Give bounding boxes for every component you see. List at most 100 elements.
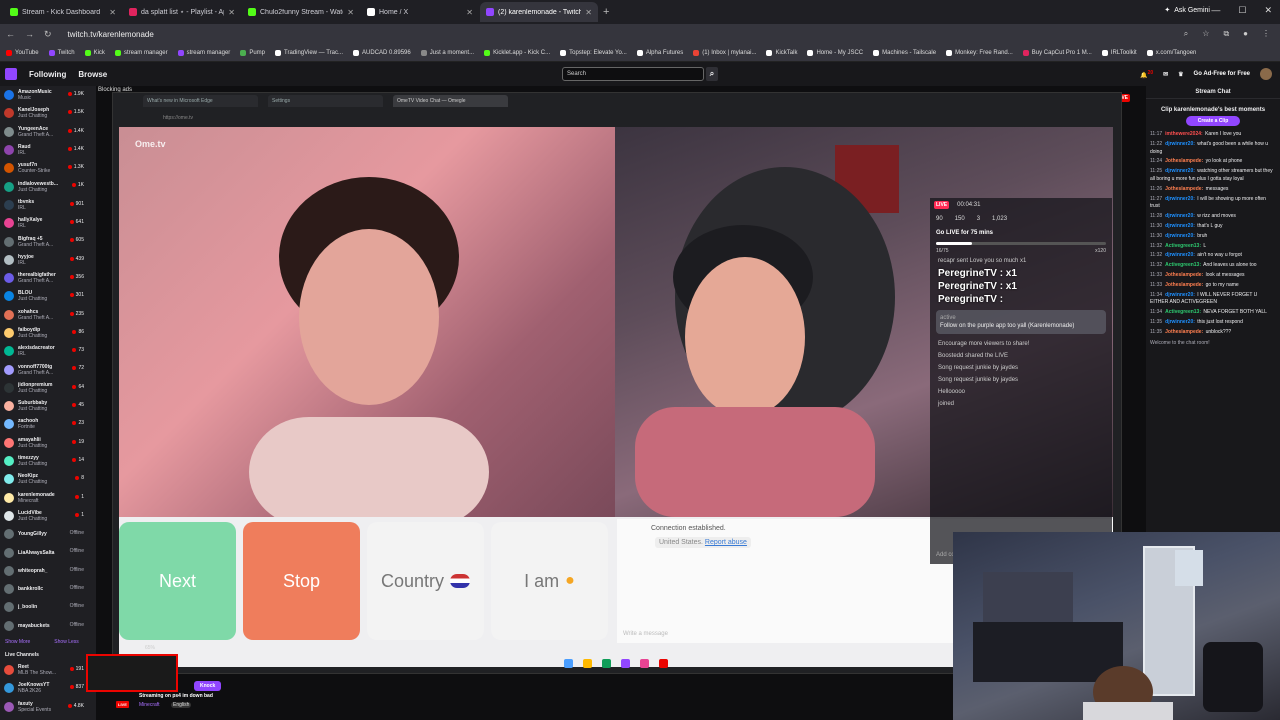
sidebar-channel[interactable]: NeoKipz Just Chatting 8 [0, 470, 96, 488]
sidebar-channel[interactable]: hallyXalye IRL 641 [0, 214, 96, 232]
sidebar-channel[interactable]: faiboydip Just Chatting 86 [0, 324, 96, 342]
sidebar-channel[interactable]: LiaAlwaysSalta Offline [0, 543, 96, 561]
chat-username[interactable]: Jotheslampede: [1165, 272, 1203, 278]
browse-link[interactable]: Browse [78, 70, 107, 79]
sidebar-channel[interactable]: whiteoprah_ Offline [0, 562, 96, 580]
chat-username[interactable]: djrwinner20: [1165, 196, 1195, 202]
bookmark-link[interactable]: Just a moment... [420, 49, 474, 56]
sidebar-channel[interactable]: tbvnks IRL 901 [0, 196, 96, 214]
chat-username[interactable]: Activegreen13: [1165, 262, 1201, 268]
sidebar-channel[interactable]: hyyjoe IRL 439 [0, 251, 96, 269]
sidebar-channel[interactable]: therealbigfather Grand Theft A... 356 [0, 269, 96, 287]
sidebar-channel[interactable]: Raud IRL 1.4K [0, 141, 96, 159]
sidebar-channel[interactable]: xohahcs Grand Theft A... 235 [0, 306, 96, 324]
forward-icon[interactable]: → [25, 29, 34, 39]
bookmark-link[interactable]: YouTube [6, 49, 39, 56]
language-tag[interactable]: English [171, 702, 192, 708]
sidebar-channel[interactable]: YungeenAce Grand Theft A... 1.4K [0, 123, 96, 141]
avatar[interactable] [1260, 68, 1272, 80]
chat-username[interactable]: Activegreen13: [1165, 309, 1201, 315]
profile-icon[interactable]: ● [1243, 29, 1248, 39]
tab-close-icon[interactable]: ✕ [347, 8, 354, 17]
sidebar-channel[interactable]: karenlemonade Minecraft 1 [0, 489, 96, 507]
sidebar-channel[interactable]: bankkrollc Offline [0, 580, 96, 598]
bookmark-link[interactable]: Twitch [48, 49, 75, 56]
chat-username[interactable]: Jotheslampede: [1165, 282, 1203, 288]
chat-username[interactable]: Jotheslampede: [1165, 329, 1203, 335]
show-more-link[interactable]: Show More [5, 639, 30, 645]
minimize-icon[interactable]: — [1211, 5, 1220, 16]
reload-icon[interactable]: ↻ [44, 29, 52, 40]
chat-username[interactable]: djrwinner20: [1165, 319, 1195, 325]
bookmark-link[interactable]: IRLToolkit [1101, 49, 1137, 56]
bookmark-link[interactable]: Kick [84, 49, 105, 56]
sidebar-channel[interactable]: yusuf7n Counter-Strike 1.3K [0, 159, 96, 177]
url-field[interactable]: twitch.tv/karenlemonade [68, 30, 154, 39]
menu-icon[interactable]: ⋮ [1262, 29, 1270, 39]
chat-username[interactable]: djrwinner20: [1165, 233, 1195, 239]
ask-gemini-button[interactable]: ✦ Ask Gemini [1164, 6, 1210, 15]
bookmark-link[interactable]: stream manager [114, 49, 168, 56]
sidebar-channel[interactable]: vonnoff7700tg Grand Theft A... 72 [0, 360, 96, 378]
bookmark-link[interactable]: Machines - Tailscale [873, 49, 936, 56]
chat-username[interactable]: djrwinner20: [1165, 141, 1195, 147]
bookmark-link[interactable]: Buy CapCut Pro 1 M... [1022, 49, 1092, 56]
bookmark-link[interactable]: x.com/Tangoen [1146, 49, 1196, 56]
bookmark-link[interactable]: Topstep: Elevate Yo... [560, 49, 627, 56]
inbox-icon[interactable]: ✉ [1163, 71, 1168, 78]
knock-button[interactable]: Knock [194, 681, 222, 691]
bookmark-link[interactable]: KickTalk [766, 49, 797, 56]
back-icon[interactable]: ← [6, 29, 15, 39]
twitch-logo-icon[interactable] [5, 68, 17, 80]
sidebar-channel[interactable]: zachooh Fortnite 23 [0, 415, 96, 433]
bookmark-link[interactable]: Alpha Futures [636, 49, 683, 56]
star-icon[interactable]: ☆ [1202, 29, 1209, 39]
create-clip-button[interactable]: Create a Clip [1186, 116, 1240, 126]
tab-close-icon[interactable]: ✕ [228, 8, 235, 17]
search-icon[interactable]: ⌕ [706, 67, 718, 81]
bookmark-link[interactable]: AUDCAD 0.89596 [353, 49, 411, 56]
sidebar-channel[interactable]: BLOU Just Chatting 301 [0, 287, 96, 305]
browser-tab[interactable]: Home / X ✕ [361, 2, 479, 22]
sidebar-channel[interactable]: KaneIJoseph Just Chatting 1.5K [0, 104, 96, 122]
chat-username[interactable]: djrwinner20: [1165, 168, 1195, 174]
sidebar-channel[interactable]: indialovewestb... Just Chatting 1K [0, 177, 96, 195]
stream-category-link[interactable]: Minecraft [139, 702, 160, 708]
extensions-icon[interactable]: ⧉ [1223, 29, 1229, 39]
chat-username[interactable]: djrwinner20: [1165, 223, 1195, 229]
zoom-icon[interactable]: ⌕ [1184, 29, 1188, 39]
close-icon[interactable]: ✕ [1264, 5, 1272, 16]
sidebar-channel[interactable]: jidionpremium Just Chatting 64 [0, 379, 96, 397]
bookmark-link[interactable]: Pump [240, 49, 265, 56]
country-button[interactable]: Country [367, 522, 484, 640]
following-link[interactable]: Following [29, 70, 66, 79]
sidebar-channel[interactable]: AmazonMusic Music 1.9K [0, 86, 96, 104]
bookmark-link[interactable]: Monkey: Free Rand... [946, 49, 1013, 56]
next-button[interactable]: Next [119, 522, 236, 640]
live-channel[interactable]: faxuty Special Events 4.8K [0, 698, 96, 716]
live-channel[interactable]: JoeKnowsYT NBA 2K26 837 [0, 679, 96, 697]
i-am-button[interactable]: I am ● [491, 522, 608, 640]
search-input[interactable]: Search [562, 67, 704, 81]
show-less-link[interactable]: Show Less [54, 639, 78, 645]
notifications-icon[interactable]: 🔔20 [1140, 70, 1153, 79]
stop-button[interactable]: Stop [243, 522, 360, 640]
new-tab-icon[interactable]: + [603, 6, 609, 18]
sidebar-channel[interactable]: amayahlii Just Chatting 19 [0, 434, 96, 452]
tab-close-icon[interactable]: ✕ [109, 8, 116, 17]
message-input[interactable]: Write a message [623, 631, 668, 637]
sidebar-channel[interactable]: YoungGillyy Offline [0, 525, 96, 543]
live-channel[interactable]: Reet MLB The Show... 191 [0, 661, 96, 679]
sidebar-channel[interactable]: mayabuckets Offline [0, 617, 96, 635]
sidebar-channel[interactable]: timezzyy Just Chatting 14 [0, 452, 96, 470]
maximize-icon[interactable]: ☐ [1238, 5, 1246, 16]
ad-free-button[interactable]: Go Ad-Free for Free [1194, 71, 1250, 77]
chat-username[interactable]: djrwinner20: [1165, 292, 1195, 298]
bookmark-link[interactable]: TradingView — Trac... [275, 49, 343, 56]
chat-username[interactable]: Jotheslampede: [1165, 158, 1203, 164]
bookmark-link[interactable]: (1) Inbox | mylanai... [693, 49, 756, 56]
browser-tab[interactable]: da splatt list ⋆ - Playlist - App ✕ [123, 2, 241, 22]
chat-username[interactable]: Jotheslampede: [1165, 186, 1203, 192]
sidebar-channel[interactable]: j_boolin Offline [0, 598, 96, 616]
bookmark-link[interactable]: Home - My JSCC [807, 49, 863, 56]
